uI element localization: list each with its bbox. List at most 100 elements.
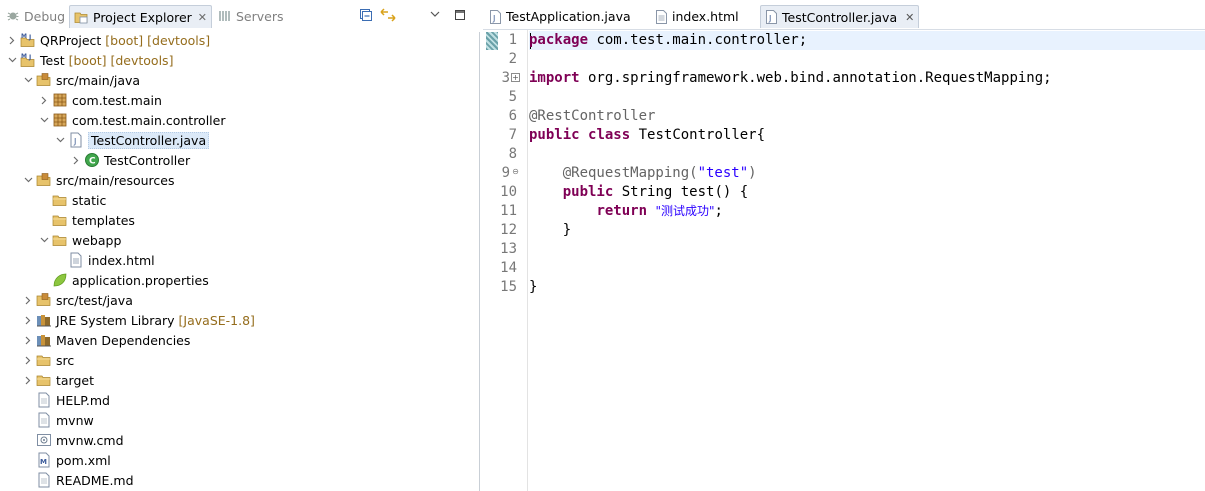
tree-item[interactable]: C TestController: [0, 150, 480, 170]
svg-text:M: M: [21, 53, 27, 60]
link-with-editor-icon[interactable]: [380, 7, 396, 23]
tree-item[interactable]: mvnw: [0, 410, 480, 430]
line-number: 9: [501, 165, 510, 181]
no-arrow: [38, 190, 50, 210]
tab-project-explorer-label: Project Explorer: [93, 9, 192, 25]
code-line-7: public class TestController{: [529, 127, 766, 143]
editor-tab-bar: J TestApplication.java index.html J Test…: [483, 0, 1205, 30]
tree-item[interactable]: src/main/java: [0, 70, 480, 90]
tree-item-label: static: [72, 192, 107, 208]
tree-item[interactable]: src/test/java: [0, 290, 480, 310]
expand-arrow-icon[interactable]: [38, 110, 50, 130]
collapse-arrow-icon[interactable]: [22, 350, 34, 370]
line-number: 13: [500, 241, 517, 257]
tree-item[interactable]: templates: [0, 210, 480, 230]
collapse-all-icon[interactable]: [358, 7, 374, 23]
tree-item-label: mvnw.cmd: [56, 432, 124, 448]
package-icon: [52, 92, 68, 108]
pom-file-icon: M: [36, 452, 52, 468]
folder-icon: [52, 192, 68, 208]
tree-item[interactable]: src/main/resources: [0, 170, 480, 190]
tree-item[interactable]: JRE System Library [JavaSE-1.8]: [0, 310, 480, 330]
project-explorer-panel: Debug Project Explorer ✕ Servers M J QRP…: [0, 0, 480, 491]
line-number: 6: [508, 108, 517, 124]
text-file-icon: [36, 392, 52, 408]
folder-icon: [52, 212, 68, 228]
no-arrow: [22, 450, 34, 470]
tree-item[interactable]: com.test.main: [0, 90, 480, 110]
source-folder-icon: [36, 292, 52, 308]
collapse-arrow-icon[interactable]: [70, 150, 82, 170]
tree-item[interactable]: Mpom.xml: [0, 450, 480, 470]
svg-text:J: J: [73, 137, 76, 146]
tab-servers[interactable]: Servers: [218, 5, 284, 27]
properties-file-icon: [52, 272, 68, 288]
tree-item[interactable]: com.test.main.controller: [0, 110, 480, 130]
collapse-fold-icon[interactable]: ⊖: [511, 168, 520, 177]
tree-item-label: webapp: [72, 232, 122, 248]
tree-item-label: JRE System Library: [56, 312, 175, 328]
folder-icon: [52, 232, 68, 248]
no-arrow: [22, 410, 34, 430]
debug-icon: [6, 9, 20, 23]
tree-item-label: templates: [72, 212, 135, 228]
expand-arrow-icon[interactable]: [38, 230, 50, 250]
line-number: 15: [500, 279, 517, 295]
collapse-arrow-icon[interactable]: [22, 290, 34, 310]
close-icon[interactable]: ✕: [198, 11, 207, 24]
tree-item-decoration: [boot] [devtools]: [68, 52, 174, 68]
line-number: 2: [508, 51, 517, 67]
tree-item-label: TestController: [104, 152, 191, 168]
tab-testcontroller-java[interactable]: J TestController.java ✕: [760, 5, 920, 28]
source-folder-icon: [36, 72, 52, 88]
tree-item[interactable]: index.html: [0, 250, 480, 270]
tree-item[interactable]: J TestController.java: [0, 130, 480, 150]
cmd-file-icon: [36, 432, 52, 448]
tree-item-label: src/main/java: [56, 72, 141, 88]
tree-item[interactable]: Maven Dependencies: [0, 330, 480, 350]
tree-item[interactable]: application.properties: [0, 270, 480, 290]
java-file-icon: J: [489, 9, 502, 24]
collapse-arrow-icon[interactable]: [22, 330, 34, 350]
tree-item[interactable]: webapp: [0, 230, 480, 250]
line-number: 7: [508, 127, 517, 143]
tree-item[interactable]: HELP.md: [0, 390, 480, 410]
collapse-arrow-icon[interactable]: [6, 30, 18, 50]
tree-item[interactable]: src: [0, 350, 480, 370]
tree-item[interactable]: M J Test [boot] [devtools]: [0, 50, 480, 70]
java-file-icon: J: [765, 10, 778, 24]
tab-testapplication-java[interactable]: J TestApplication.java: [485, 5, 635, 28]
text-file-icon: [36, 472, 52, 488]
tree-item[interactable]: mvnw.cmd: [0, 430, 480, 450]
tab-debug[interactable]: Debug: [6, 5, 65, 27]
expand-fold-icon[interactable]: +: [511, 73, 520, 82]
library-icon: [36, 332, 52, 348]
collapse-arrow-icon[interactable]: [22, 310, 34, 330]
tree-item-label: target: [56, 372, 95, 388]
collapse-arrow-icon[interactable]: [38, 90, 50, 110]
tree-item[interactable]: M J QRProject [boot] [devtools]: [0, 30, 480, 50]
tree-item[interactable]: target: [0, 370, 480, 390]
close-icon[interactable]: ✕: [905, 11, 914, 24]
expand-arrow-icon[interactable]: [54, 130, 66, 150]
tab-index-html[interactable]: index.html: [651, 5, 743, 28]
html-file-icon: [68, 252, 84, 268]
no-arrow: [38, 270, 50, 290]
expand-arrow-icon[interactable]: [22, 70, 34, 90]
tree-item-label: Maven Dependencies: [56, 332, 191, 348]
maximize-icon[interactable]: [452, 7, 468, 23]
svg-text:J: J: [492, 14, 495, 23]
collapse-arrow-icon[interactable]: [22, 370, 34, 390]
project-explorer-icon: [74, 10, 89, 24]
code-area[interactable]: package com.test.main.controller; import…: [529, 30, 1205, 491]
code-line-6: @RestController: [529, 108, 656, 124]
package-icon: [52, 112, 68, 128]
tree-item[interactable]: README.md: [0, 470, 480, 490]
svg-text:J: J: [28, 34, 31, 41]
expand-arrow-icon[interactable]: [22, 170, 34, 190]
tab-project-explorer[interactable]: Project Explorer ✕: [69, 5, 213, 28]
line-number: 11: [500, 203, 517, 219]
view-menu-icon[interactable]: [427, 7, 443, 23]
expand-arrow-icon[interactable]: [6, 50, 18, 70]
tree-item[interactable]: static: [0, 190, 480, 210]
